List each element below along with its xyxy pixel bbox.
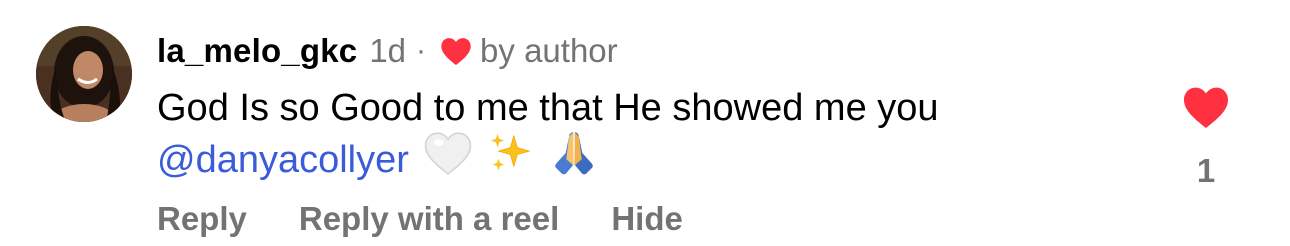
heart-filled-icon: [1184, 87, 1228, 128]
avatar-photo-icon: [36, 26, 132, 122]
liked-by-author-label: by author: [480, 32, 618, 69]
heart-icon: [440, 36, 472, 66]
comment-meta: la_melo_gkc 1d · by author: [157, 26, 618, 76]
hide-button[interactable]: Hide: [611, 200, 683, 238]
white-heart-icon: [423, 130, 473, 190]
folded-hands-icon: [547, 128, 601, 192]
sparkles-icon: [487, 130, 533, 190]
avatar[interactable]: [36, 26, 132, 122]
mention-link[interactable]: @danyacollyer: [157, 134, 409, 186]
comment-text-line-2: @danyacollyer: [157, 132, 1157, 186]
like-button[interactable]: [1182, 84, 1230, 130]
comment-time: 1d: [369, 32, 407, 69]
reply-with-reel-button[interactable]: Reply with a reel: [299, 200, 559, 238]
like-count: 1: [1196, 152, 1216, 189]
comment-text: God Is so Good to me that He showed me y…: [157, 82, 1157, 186]
username[interactable]: la_melo_gkc: [157, 32, 357, 70]
comment-text-line: God Is so Good to me that He showed me y…: [157, 87, 939, 129]
reply-button[interactable]: Reply: [157, 200, 247, 238]
comment-row: la_melo_gkc 1d · by author God Is so Goo…: [0, 0, 1290, 246]
separator-dot: ·: [416, 34, 427, 67]
comment-actions: Reply Reply with a reel Hide: [157, 194, 735, 244]
